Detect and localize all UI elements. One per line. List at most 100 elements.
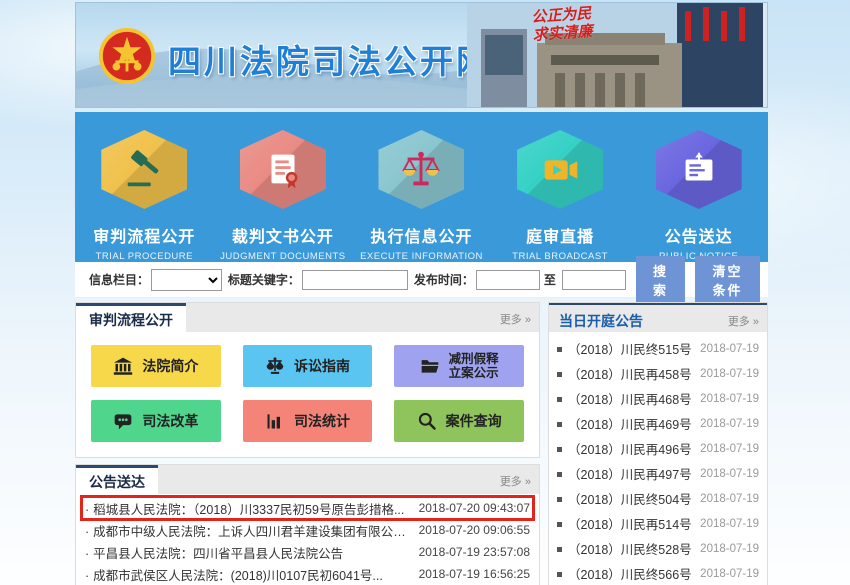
notice-text: 平昌县人民法院：四川省平昌县人民法院公告 [85, 543, 343, 562]
category-button-label: 司法改革 [142, 413, 198, 429]
nav-item-trial-procedure[interactable]: 审判流程公开 TRIAL PROCEDURE [75, 112, 214, 262]
keyword-input[interactable] [302, 270, 408, 290]
trial-process-more-link[interactable]: 更多 » [500, 311, 531, 327]
hearing-case-number: （2018）川民终515号 [557, 339, 692, 358]
hearing-date: 2018-07-19 [700, 568, 759, 580]
public-notice-more-link[interactable]: 更多 » [500, 473, 531, 489]
category-button-label: 减刑假释 立案公示 [449, 352, 499, 381]
document-icon [240, 130, 326, 209]
hearing-date: 2018-07-19 [700, 443, 759, 455]
search-button[interactable]: 搜 索 [636, 256, 685, 304]
banner-slogan: 公正为民 求实清廉 [531, 5, 593, 45]
today-hearing-more-link[interactable]: 更多 » [728, 313, 759, 329]
nav-label-en: TRIAL BROADCAST [512, 251, 608, 262]
site-title: 四川法院司法公开网 [168, 35, 492, 83]
page: 四川法院司法公开网 公正为民 求实清廉 [0, 0, 850, 585]
main-container: 四川法院司法公开网 公正为民 求实清廉 [75, 2, 768, 585]
today-hearing-panel: 当日开庭公告 更多 » （2018）川民终515号 2018-07-19 （20… [548, 302, 768, 585]
hearing-case-number: （2018）川民再497号 [557, 464, 692, 483]
scales-icon [378, 130, 464, 209]
hearing-case-number: （2018）川民终504号 [557, 489, 692, 508]
video-camera-icon [517, 130, 603, 209]
notice-list-item[interactable]: 成都市武侯区人民法院：(2018)川0107民初6041号... 2018-07… [82, 563, 533, 585]
keyword-label: 标题关键字： [228, 271, 300, 288]
courthouse-photo [467, 3, 767, 108]
hearing-list-item[interactable]: （2018）川民再496号 2018-07-19 [557, 436, 759, 461]
hearing-date: 2018-07-19 [700, 518, 759, 530]
category-button-label: 案件查询 [446, 413, 502, 429]
hearing-case-number: （2018）川民再496号 [557, 439, 692, 458]
judicial-statistics-button[interactable]: 司法统计 [243, 400, 373, 442]
category-button-grid: 法院简介 诉讼指南 [76, 332, 539, 457]
court-intro-button[interactable]: 法院简介 [91, 345, 221, 387]
hearing-list-item[interactable]: （2018）川民终515号 2018-07-19 [557, 336, 759, 361]
bar-chart-icon [265, 411, 285, 431]
nav-label-zh: 庭审直播 [526, 223, 594, 247]
hearing-case-number: （2018）川民终528号 [557, 539, 692, 558]
notice-board-icon [656, 130, 742, 209]
header-banner: 四川法院司法公开网 公正为民 求实清廉 [75, 2, 768, 108]
hearing-list-item[interactable]: （2018）川民终528号 2018-07-19 [557, 536, 759, 561]
folder-icon [420, 356, 440, 376]
hearing-list-item[interactable]: （2018）川民再469号 2018-07-19 [557, 411, 759, 436]
hearing-date: 2018-07-19 [700, 368, 759, 380]
search-bar: 信息栏目： 标题关键字： 发布时间： 至 搜 索 清空条件 [75, 262, 768, 298]
category-button-label: 司法统计 [294, 413, 350, 429]
search-icon [417, 411, 437, 431]
nav-label-zh: 执行信息公开 [370, 223, 472, 247]
notice-text: 稻城县人民法院：（2018）川3337民初59号原告彭措格... [85, 499, 404, 518]
category-button-label: 法院简介 [142, 358, 198, 374]
today-hearing-title: 当日开庭公告 [549, 305, 643, 331]
hearing-list-item[interactable]: （2018）川民再497号 2018-07-19 [557, 461, 759, 486]
hearing-list-item[interactable]: （2018）川民再514号 2018-07-19 [557, 511, 759, 536]
publish-date-label: 发布时间： [414, 271, 474, 288]
parole-filing-button[interactable]: 减刑假释 立案公示 [394, 345, 524, 387]
hearing-date: 2018-07-19 [700, 418, 759, 430]
hearing-list-item[interactable]: （2018）川民再458号 2018-07-19 [557, 361, 759, 386]
notice-text: 成都市中级人民法院：上诉人四川君羊建设集团有限公司与被上诉... [85, 521, 415, 540]
hearing-list-item[interactable]: （2018）川民终566号 2018-07-19 [557, 561, 759, 585]
nav-item-public-notice[interactable]: 公告送达 PUBLIC NOTICE [629, 112, 768, 262]
hearing-date: 2018-07-19 [700, 543, 759, 555]
trial-process-header: 审判流程公开 更多 » [76, 303, 539, 332]
category-button-label: 诉讼指南 [294, 358, 350, 374]
bank-icon [113, 356, 133, 376]
hearing-case-number: （2018）川民再468号 [557, 389, 692, 408]
nav-label-zh: 公告送达 [665, 223, 733, 247]
category-select[interactable] [151, 269, 222, 291]
case-query-button[interactable]: 案件查询 [394, 400, 524, 442]
notice-list-item[interactable]: 成都市中级人民法院：上诉人四川君羊建设集团有限公司与被上诉... 2018-07… [82, 519, 533, 541]
today-hearing-header: 当日开庭公告 更多 » [549, 303, 767, 332]
hearing-case-number: （2018）川民再469号 [557, 414, 692, 433]
hearing-list-item[interactable]: （2018）川民再468号 2018-07-19 [557, 386, 759, 411]
trial-process-tab[interactable]: 审判流程公开 [76, 303, 186, 332]
notice-date: 2018-07-19 23:57:08 [419, 545, 530, 559]
notice-date: 2018-07-19 16:56:25 [419, 567, 530, 581]
scales-icon [265, 356, 285, 376]
category-label: 信息栏目： [89, 271, 149, 288]
national-emblem-logo [98, 27, 156, 85]
hearing-list-item[interactable]: （2018）川民终504号 2018-07-19 [557, 486, 759, 511]
nav-label-zh: 审判流程公开 [93, 223, 195, 247]
date-to-input[interactable] [562, 270, 626, 290]
nav-item-judgment-documents[interactable]: 裁判文书公开 JUDGMENT DOCUMENTS [214, 112, 353, 262]
litigation-guide-button[interactable]: 诉讼指南 [243, 345, 373, 387]
main-navigation: 审判流程公开 TRIAL PROCEDURE 裁判文书公开 JUDGMENT D… [75, 112, 768, 262]
content-area: 审判流程公开 更多 » 法院简介 [75, 302, 768, 585]
nav-label-en: JUDGMENT DOCUMENTS [220, 251, 345, 262]
nav-item-trial-broadcast[interactable]: 庭审直播 TRIAL BROADCAST [491, 112, 630, 262]
judicial-reform-button[interactable]: 司法改革 [91, 400, 221, 442]
hearing-date: 2018-07-19 [700, 468, 759, 480]
hearing-date: 2018-07-19 [700, 493, 759, 505]
notice-text: 成都市武侯区人民法院：(2018)川0107民初6041号... [85, 565, 383, 584]
date-from-input[interactable] [476, 270, 540, 290]
clear-button[interactable]: 清空条件 [695, 256, 760, 304]
hearing-case-number: （2018）川民再458号 [557, 364, 692, 383]
notice-list-item[interactable]: 稻城县人民法院：（2018）川3337民初59号原告彭措格... 2018-07… [82, 497, 533, 519]
nav-label-en: TRIAL PROCEDURE [96, 251, 193, 262]
public-notice-panel: 公告送达 更多 » 稻城县人民法院：（2018）川3337民初59号原告彭措格.… [75, 464, 540, 585]
notice-list-item[interactable]: 平昌县人民法院：四川省平昌县人民法院公告 2018-07-19 23:57:08 [82, 541, 533, 563]
nav-item-execute-information[interactable]: 执行信息公开 EXECUTE INFORMATION [352, 112, 491, 262]
public-notice-header: 公告送达 更多 » [76, 465, 539, 494]
public-notice-tab[interactable]: 公告送达 [76, 465, 158, 494]
